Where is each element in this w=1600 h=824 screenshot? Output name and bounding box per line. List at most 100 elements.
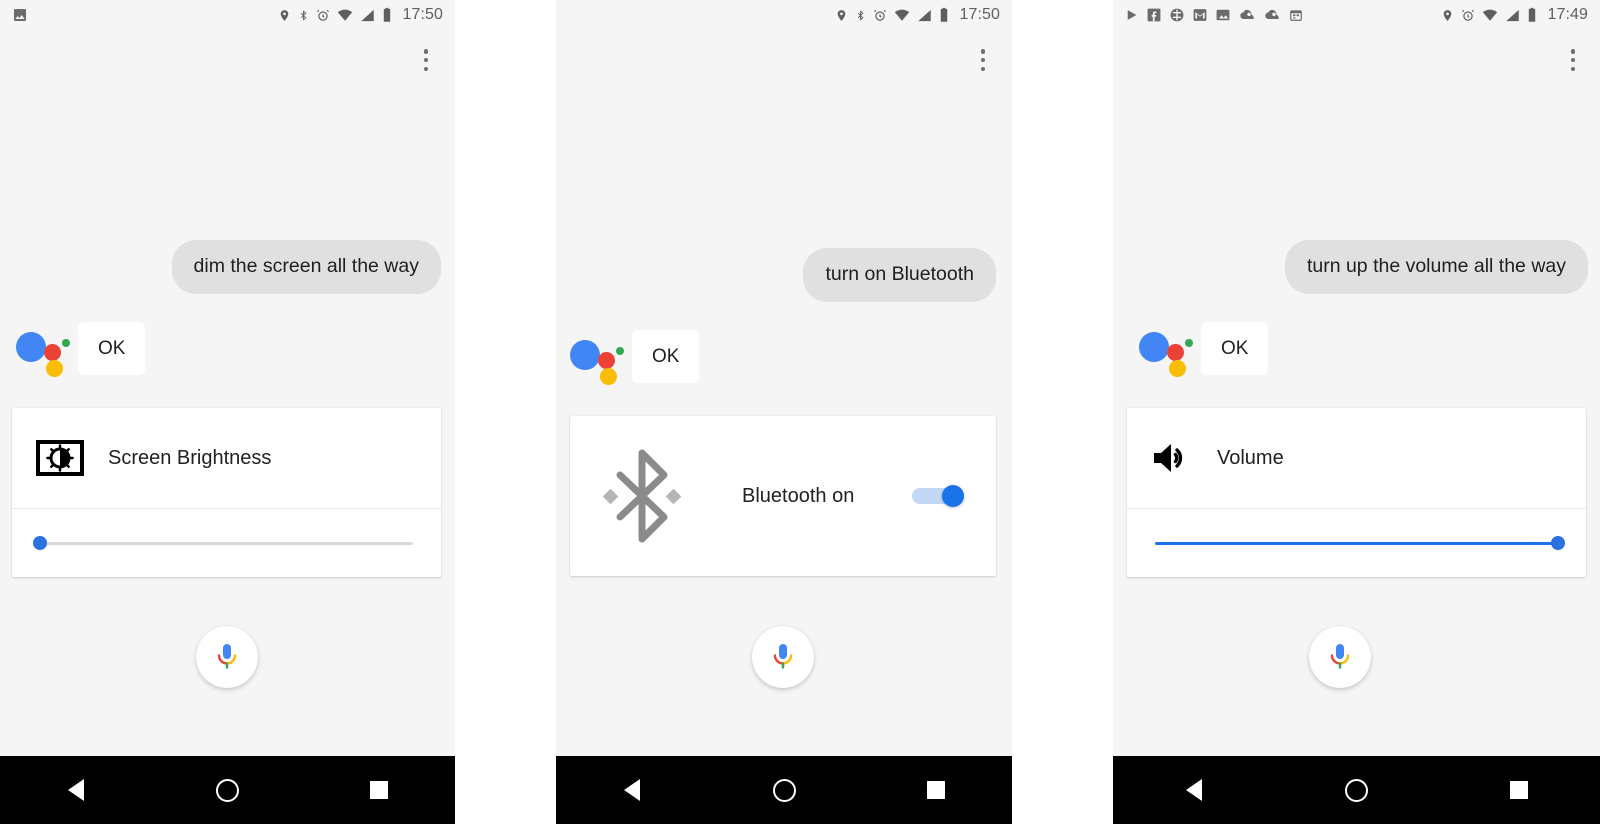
play-icon (1125, 8, 1138, 22)
signal-icon (917, 9, 932, 22)
slider-thumb[interactable] (1551, 536, 1565, 550)
microphone-icon (217, 644, 237, 669)
status-bar-system-icons: 17:49 (1441, 6, 1588, 24)
alarm-icon (873, 8, 887, 23)
volume-card: Volume (1127, 408, 1586, 577)
overflow-dot (1570, 49, 1576, 54)
recents-icon (1509, 781, 1528, 799)
overflow-menu-button[interactable] (411, 44, 441, 76)
overflow-dot (980, 66, 986, 71)
google-assistant-logo-icon (1139, 322, 1193, 377)
alarm-icon (1461, 8, 1475, 23)
assistant-dot-yellow (46, 359, 63, 377)
cloud-icon (1239, 9, 1255, 21)
overflow-dot (423, 49, 429, 54)
status-bar-clock: 17:50 (959, 6, 1000, 23)
card-slider-area (1127, 509, 1586, 577)
battery-icon (1527, 7, 1537, 23)
home-button[interactable] (192, 756, 262, 824)
signal-icon (360, 9, 375, 22)
volume-slider[interactable] (1155, 534, 1565, 552)
wifi-icon (337, 9, 353, 22)
assistant-dot-blue (570, 339, 600, 370)
back-icon (624, 779, 640, 801)
toggle-thumb (942, 485, 964, 507)
slider-track (40, 541, 413, 545)
overflow-menu-button[interactable] (968, 44, 998, 76)
bluetooth-card: Bluetooth on (570, 416, 996, 576)
screenshot-stage: 17:50 dim the screen all the way OK Scre… (0, 0, 1600, 824)
card-slider-area (12, 509, 441, 577)
app-icon (1170, 8, 1184, 22)
overflow-menu-button[interactable] (1558, 44, 1588, 76)
location-icon (835, 8, 848, 23)
recents-icon (927, 781, 945, 799)
overflow-dot (980, 57, 986, 63)
home-button[interactable] (1321, 756, 1391, 824)
image-icon (12, 7, 28, 23)
user-query-bubble: turn up the volume all the way (1284, 240, 1588, 294)
gmail-icon (1193, 8, 1207, 22)
back-button[interactable] (41, 756, 111, 824)
microphone-icon (1330, 644, 1350, 669)
status-bar: 17:50 (556, 0, 1012, 30)
assistant-message-row: OK (1125, 322, 1600, 377)
facebook-icon (1147, 8, 1161, 22)
phone-panel-volume: 17:49 turn up the volume all the way OK (1113, 0, 1600, 824)
navigation-bar (556, 756, 1012, 824)
google-assistant-logo-icon (570, 330, 624, 385)
signal-icon (1505, 9, 1520, 22)
recents-button[interactable] (901, 756, 971, 824)
brightness-slider[interactable] (33, 534, 413, 552)
card-header: Volume (1127, 408, 1586, 508)
navigation-bar (1113, 756, 1600, 824)
slider-fill (1155, 541, 1558, 545)
brightness-card: Screen Brightness (12, 408, 441, 577)
recents-icon (370, 781, 389, 799)
assistant-dot-green (1185, 338, 1193, 347)
home-button[interactable] (749, 756, 819, 824)
assistant-dot-green (62, 338, 70, 347)
calendar-icon (1289, 8, 1303, 22)
slider-thumb[interactable] (33, 536, 47, 550)
bluetooth-toggle[interactable] (912, 485, 964, 507)
user-query-bubble: turn on Bluetooth (803, 248, 996, 302)
location-icon (278, 8, 291, 23)
assistant-dot-blue (1139, 331, 1169, 362)
assistant-dot-red (598, 351, 615, 369)
back-button[interactable] (597, 756, 667, 824)
microphone-button[interactable] (752, 626, 814, 688)
recents-button[interactable] (344, 756, 414, 824)
microphone-button[interactable] (196, 626, 258, 688)
home-icon (772, 778, 796, 802)
assistant-dot-red (44, 343, 61, 361)
assistant-reply-bubble: OK (632, 330, 700, 383)
overflow-dot (1570, 66, 1576, 71)
assistant-reply-bubble: OK (1201, 322, 1269, 375)
bluetooth-icon (600, 447, 684, 545)
overflow-dot (1570, 57, 1576, 63)
bluetooth-icon (855, 8, 866, 23)
assistant-dot-red (1167, 343, 1184, 361)
status-bar-system-icons: 17:50 (835, 6, 1000, 24)
microphone-icon (773, 644, 793, 669)
phone-panel-bluetooth: 17:50 turn on Bluetooth OK Bluetooth on (556, 0, 1012, 824)
assistant-message-row: OK (0, 322, 455, 377)
back-button[interactable] (1159, 756, 1229, 824)
back-icon (67, 779, 84, 801)
card-title: Screen Brightness (108, 446, 272, 469)
card-header: Screen Brightness (12, 408, 441, 508)
photos-icon (1216, 8, 1230, 22)
battery-icon (382, 7, 392, 23)
status-bar-notifications (1125, 8, 1441, 22)
status-bar-clock: 17:49 (1547, 6, 1588, 23)
google-assistant-logo-icon (16, 322, 70, 377)
wifi-icon (894, 9, 910, 22)
user-message-row: turn up the volume all the way (1125, 240, 1600, 294)
brightness-icon (36, 440, 84, 476)
recents-button[interactable] (1484, 756, 1554, 824)
status-bar-clock: 17:50 (402, 6, 443, 23)
card-body: Bluetooth on (570, 416, 996, 576)
assistant-dot-green (616, 346, 624, 355)
microphone-button[interactable] (1309, 626, 1371, 688)
